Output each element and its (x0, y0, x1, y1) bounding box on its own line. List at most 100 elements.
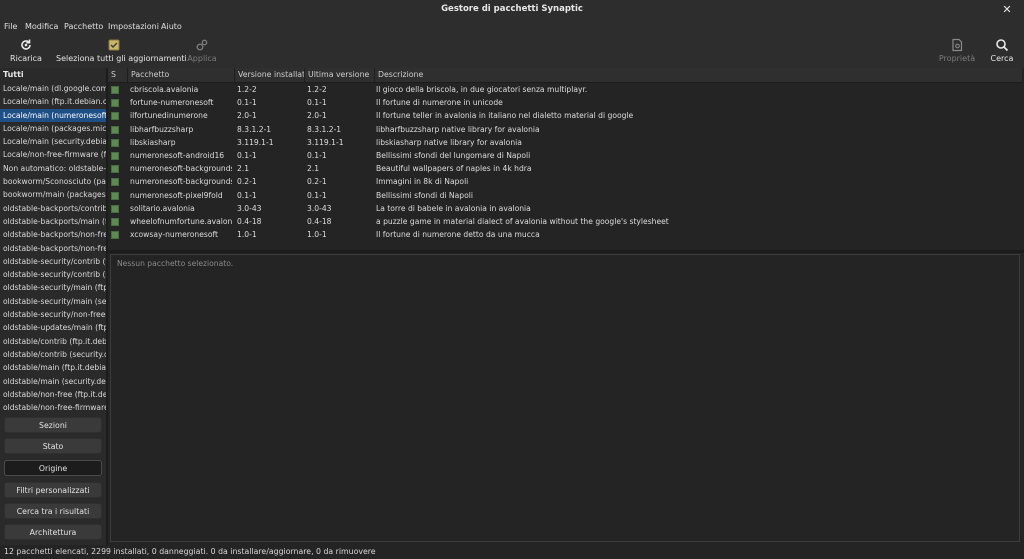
installed-version: 1.0-1 (237, 230, 257, 240)
origin-item[interactable]: oldstable-security/contrib (ftp.it.debia… (0, 255, 106, 268)
origin-item[interactable]: oldstable-backports/non-free (0, 228, 106, 241)
reload-button[interactable]: Ricarica (6, 35, 46, 68)
package-name: fortune-numeronesoft (130, 98, 214, 108)
package-description: La torre di babele in avalonia in avalon… (376, 203, 531, 213)
origin-item[interactable]: oldstable-security/contrib (security.deb… (0, 268, 106, 281)
col-description[interactable]: Descrizione (374, 68, 1022, 82)
table-row[interactable]: xcowsay-numeronesoft 1.0-1 1.0-1 Il fortune… (108, 228, 1022, 241)
installed-status-icon[interactable] (111, 204, 119, 213)
origin-item[interactable]: oldstable/main (ftp.it.debian.org) (0, 361, 106, 374)
latest-version: 0.2-1 (307, 177, 327, 187)
menu-impostazioni[interactable]: Impostazioni (108, 19, 159, 35)
close-icon[interactable]: ✕ (1000, 0, 1014, 19)
table-row[interactable]: solitario.avalonia 3.0-43 3.0-43 La torre d… (108, 202, 1022, 215)
origin-item[interactable]: oldstable-security/main (security.debian… (0, 295, 106, 308)
installed-status-icon[interactable] (111, 165, 119, 174)
sidebar-header: Tutti (3, 70, 24, 79)
custom-filters-button[interactable]: Filtri personalizzati (4, 482, 102, 498)
installed-status-icon[interactable] (111, 112, 119, 121)
menu-aiuto[interactable]: Aiuto (161, 19, 182, 35)
installed-status-icon[interactable] (111, 99, 119, 108)
search-button[interactable]: Cerca (986, 35, 1018, 68)
origin-item[interactable]: Locale/non-free-firmware (ftp.it.debian.… (0, 148, 106, 161)
origin-item[interactable]: oldstable/contrib (security.debian.org) (0, 348, 106, 361)
origin-item[interactable]: Locale/main (packages.microsoft.com) (0, 122, 106, 135)
table-row[interactable]: ilfortunedinumerone 2.0-1 2.0-1 Il fortune … (108, 109, 1022, 122)
latest-version: 0.1-1 (307, 150, 327, 160)
origin-item[interactable]: bookworm/Sconosciuto (packages) (0, 175, 106, 188)
architecture-button[interactable]: Architettura (4, 524, 102, 540)
table-row[interactable]: numeronesoft-backgrounds 2.1 2.1 Beautiful … (108, 162, 1022, 175)
origin-item[interactable]: Locale/main (ftp.it.debian.org) (0, 95, 106, 108)
origin-item[interactable]: oldstable/non-free-firmware (ftp.it.debi… (0, 401, 106, 414)
origin-item[interactable]: oldstable-security/main (ftp.it.debian.o… (0, 281, 106, 294)
origin-item[interactable]: Locale/main (numeronesoft.dev) (0, 108, 106, 122)
latest-version: 0.1-1 (307, 190, 327, 200)
properties-button[interactable]: Proprietà (936, 35, 978, 68)
menu-file[interactable]: File (4, 19, 17, 35)
table-header: S Pacchetto Versione installata Ultima v… (108, 68, 1022, 83)
package-name: numeronesoft-android16 (130, 150, 225, 160)
origin-item[interactable]: oldstable-backports/main (ftp.it.debian.… (0, 215, 106, 228)
latest-version: 1.0-1 (307, 230, 327, 240)
installed-status-icon[interactable] (111, 191, 119, 200)
installed-status-icon[interactable] (111, 138, 119, 147)
table-row[interactable]: libskiasharp 3.119.1-1 3.119.1-1 libskiasha… (108, 136, 1022, 149)
installed-version: 0.1-1 (237, 190, 257, 200)
table-row[interactable]: numeronesoft-android16 0.1-1 0.1-1 Bellissi… (108, 149, 1022, 162)
status-button[interactable]: Stato (4, 438, 102, 454)
installed-status-icon[interactable] (111, 217, 119, 226)
menu-modifica[interactable]: Modifica (25, 19, 58, 35)
origin-item[interactable]: oldstable-backports/non-free-firmware (0, 242, 106, 255)
origin-item[interactable]: oldstable/non-free (ftp.it.debian.org) (0, 388, 106, 401)
table-row[interactable]: wheelofnumfortune.avalonia 0.4-18 0.4-18 a … (108, 215, 1022, 228)
apply-button[interactable]: Applica (182, 35, 222, 68)
installed-version: 8.3.1.2-1 (237, 124, 272, 134)
toolbar: Ricarica Seleziona tutti gli aggiornamen… (0, 35, 1024, 68)
origin-item[interactable]: Locale/main (dl.google.com) (0, 82, 106, 95)
col-latest-version[interactable]: Ultima versione (304, 68, 374, 82)
origin-button[interactable]: Origine (4, 460, 102, 476)
installed-status-icon[interactable] (111, 178, 119, 187)
origin-item[interactable]: bookworm/main (packages.microsoft.com) (0, 188, 106, 201)
table-row[interactable]: numeronesoft-backgrounds-old 0.2-1 0.2-1 Im… (108, 175, 1022, 188)
col-status[interactable]: S (108, 68, 127, 82)
origin-item[interactable]: oldstable/main (security.debian.org) (0, 375, 106, 388)
col-installed-version[interactable]: Versione installata (234, 68, 304, 82)
menu-pacchetto[interactable]: Pacchetto (64, 19, 103, 35)
mark-upgrades-button[interactable]: Seleziona tutti gli aggiornamenti (56, 35, 187, 68)
sections-button[interactable]: Sezioni (4, 417, 102, 433)
table-row[interactable]: libharfbuzzsharp 8.3.1.2-1 8.3.1.2-1 libhar… (108, 123, 1022, 136)
installed-status-icon[interactable] (111, 151, 119, 160)
origin-item[interactable]: oldstable-updates/main (ftp.it.debian.or… (0, 321, 106, 334)
origin-item[interactable]: Locale/main (security.debian.org) (0, 135, 106, 148)
package-description: Bellissimi sfondi di Napoli (376, 190, 473, 200)
col-package[interactable]: Pacchetto (127, 68, 234, 82)
table-row[interactable]: fortune-numeronesoft 0.1-1 0.1-1 Il fortune… (108, 96, 1022, 109)
origin-item[interactable]: Non automatico: oldstable-backports (0, 162, 106, 175)
pane-separator[interactable] (108, 250, 1024, 253)
package-description: Immagini in 8k di Napoli (376, 177, 469, 187)
search-icon (996, 39, 1009, 52)
origin-item[interactable]: oldstable-security/non-free-firmware (0, 308, 106, 321)
package-name: numeronesoft-pixel9fold (130, 190, 223, 200)
package-name: libskiasharp (130, 137, 176, 147)
package-name: solitario.avalonia (130, 203, 195, 213)
installed-version: 0.4-18 (237, 216, 262, 226)
search-results-button[interactable]: Cerca tra i risultati (4, 503, 102, 519)
title-bar: Gestore di pacchetti Synaptic ✕ (0, 0, 1024, 19)
installed-status-icon[interactable] (111, 125, 119, 134)
package-description: Il fortune teller in avalonia in italian… (376, 111, 634, 121)
latest-version: 2.1 (307, 164, 320, 174)
origin-item[interactable]: oldstable-backports/contrib (ftp.it.debi… (0, 202, 106, 215)
mark-upgrades-label: Seleziona tutti gli aggiornamenti (56, 54, 187, 63)
origin-item[interactable]: oldstable/contrib (ftp.it.debian.org) (0, 335, 106, 348)
installed-status-icon[interactable] (111, 86, 119, 94)
table-row[interactable]: cbriscola.avalonia 1.2-2 1.2-2 Il gioco del… (108, 83, 1022, 96)
installed-status-icon[interactable] (111, 231, 119, 240)
table-row[interactable]: numeronesoft-pixel9fold 0.1-1 0.1-1 Belliss… (108, 189, 1022, 202)
detail-pane: Nessun pacchetto selezionato. (110, 254, 1020, 542)
package-description: libskiasharp native library for avalonia (376, 137, 522, 147)
package-name: cbriscola.avalonia (130, 85, 199, 94)
apply-label: Applica (187, 54, 217, 63)
